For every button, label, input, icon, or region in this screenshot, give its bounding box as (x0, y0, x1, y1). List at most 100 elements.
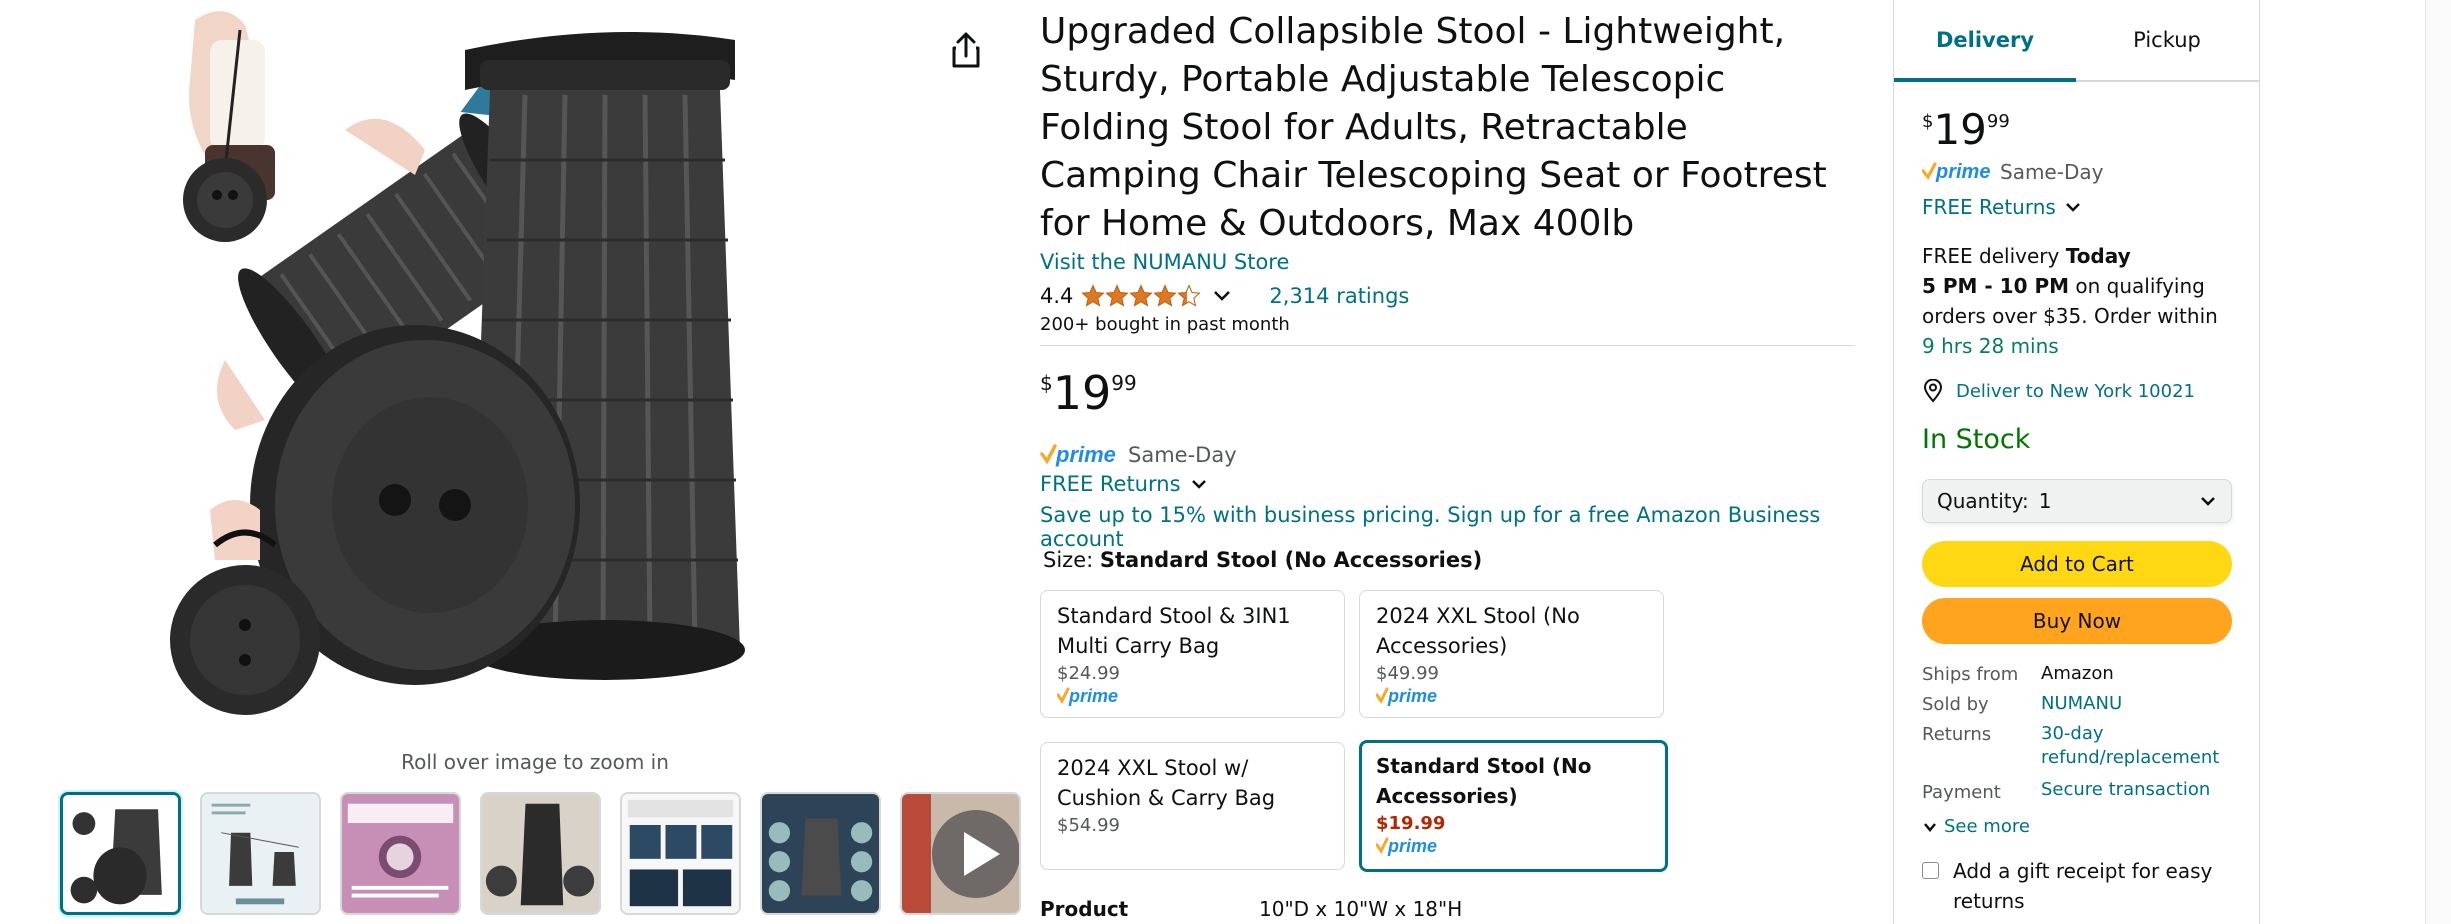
size-option-3[interactable]: 2024 XXL Stool w/ Cushion & Carry Bag $5… (1040, 742, 1345, 870)
prime-logo-icon: prime (1375, 836, 1437, 856)
info-value: Amazon (2041, 663, 2114, 684)
woman-carrying-stool-figure (183, 11, 275, 242)
business-pricing-link[interactable]: Save up to 15% with business pricing. Si… (1040, 503, 1855, 551)
see-more-label: See more (1944, 816, 2030, 837)
buybox-free-returns-link[interactable]: FREE Returns (1922, 195, 2082, 219)
svg-text:prime: prime (1068, 686, 1118, 706)
sold-by-link[interactable]: NUMANU (2041, 692, 2231, 716)
price-fraction: 99 (1986, 111, 2010, 132)
prime-logo-icon: prime (1040, 442, 1116, 467)
free-returns-link[interactable]: FREE Returns (1040, 472, 1209, 496)
thumbnail-video[interactable] (900, 792, 1021, 915)
deliver-to-location[interactable]: Deliver to New York 10021 (1922, 379, 2195, 403)
tab-pickup[interactable]: Pickup (2076, 28, 2258, 52)
ratings-count-link[interactable]: 2,314 ratings (1269, 284, 1409, 308)
free-returns-label: FREE Returns (1922, 195, 2056, 219)
main-product-image[interactable] (165, 0, 945, 740)
thumbnail-6[interactable] (760, 792, 881, 915)
product-price: $ 19 99 (1040, 365, 1137, 421)
stock-status: In Stock (1922, 424, 2031, 455)
thumbnail-1[interactable] (60, 792, 181, 915)
thumbnail-usage-image (622, 794, 739, 913)
buybox-price: $ 19 99 (1922, 105, 2010, 155)
price-symbol: $ (1922, 111, 1934, 132)
page-scrollbar[interactable] (2425, 0, 2451, 924)
svg-text:prime: prime (1387, 686, 1437, 706)
price-whole: 19 (1052, 366, 1112, 420)
tab-delivery[interactable]: Delivery (1894, 28, 2076, 52)
play-button[interactable] (932, 810, 1019, 898)
size-option-4-selected[interactable]: Standard Stool (No Accessories) $19.99 p… (1359, 740, 1668, 872)
play-icon (964, 832, 1000, 876)
size-option-1[interactable]: Standard Stool & 3IN1 Multi Carry Bag $2… (1040, 590, 1345, 718)
chevron-down-icon (2065, 203, 2080, 212)
prime-logo-icon: prime (1922, 161, 1990, 183)
option-name: 2024 XXL Stool w/ Cushion & Carry Bag (1057, 756, 1276, 810)
svg-text:prime: prime (1387, 836, 1437, 856)
returns-policy-link[interactable]: 30-day refund/replacement (2041, 722, 2231, 770)
star-rating[interactable] (1081, 284, 1201, 308)
option-prime: prime (1375, 836, 1651, 858)
option-price: $24.99 (1057, 663, 1120, 684)
thumbnail-strip (60, 792, 1021, 916)
thumbnail-warranty-image (342, 794, 459, 913)
size-label: Size: (1043, 548, 1094, 572)
dimensions-label: Product Dimensions (1040, 897, 1171, 924)
add-to-cart-button[interactable]: Add to Cart (1922, 541, 2232, 587)
product-title: Upgraded Collapsible Stool - Lightweight… (1040, 11, 1827, 244)
prime-delivery: prime Same-Day (1040, 440, 1237, 470)
quantity-select[interactable]: Quantity: 1 (1922, 479, 2232, 523)
size-option-2[interactable]: 2024 XXL Stool (No Accessories) $49.99 p… (1359, 590, 1664, 718)
fulfillment-tabs: Delivery Pickup (1894, 0, 2259, 82)
option-prime: prime (1056, 686, 1328, 708)
delivery-message: FREE delivery Today 5 PM - 10 PM on qual… (1922, 241, 2234, 361)
product-info: Upgraded Collapsible Stool - Lightweight… (1040, 0, 1855, 924)
info-key: Returns (1922, 724, 1992, 745)
gift-receipt-checkbox[interactable] (1922, 862, 1939, 879)
thumbnail-lifestyle-image (482, 794, 599, 913)
size-selector-label: Size: Standard Stool (No Accessories) (1043, 548, 1482, 572)
quantity-label: Quantity: (1937, 489, 2029, 513)
size-selected-value: Standard Stool (No Accessories) (1099, 548, 1483, 572)
option-prime: prime (1375, 686, 1647, 708)
delivery-day: Today (2065, 244, 2131, 268)
thumbnail-feature-image (762, 794, 879, 913)
share-button[interactable] (948, 30, 984, 70)
active-tab-indicator (1894, 78, 2076, 82)
free-returns-label: FREE Returns (1040, 472, 1181, 496)
see-more-link[interactable]: See more (1922, 816, 2030, 837)
prime-logo-icon: prime (1375, 686, 1437, 706)
info-key: Ships from (1922, 664, 2019, 685)
option-price: $49.99 (1376, 663, 1439, 684)
stars-icon (1082, 285, 1201, 307)
thumbnail-2[interactable] (200, 792, 321, 915)
gift-receipt-label[interactable]: Add a gift receipt for easy returns (1953, 856, 2233, 916)
gift-receipt-option: Add a gift receipt for easy returns (1922, 856, 2233, 916)
info-key: Payment (1922, 782, 2001, 803)
buy-now-button[interactable]: Buy Now (1922, 598, 2232, 644)
thumbnail-4[interactable] (480, 792, 601, 915)
location-pin-icon (1923, 379, 1943, 403)
chevron-down-icon (2201, 497, 2215, 506)
svg-text:prime: prime (1935, 161, 1990, 183)
zoom-hint: Roll over image to zoom in (401, 750, 669, 774)
quantity-value: 1 (2038, 489, 2052, 513)
share-icon (952, 32, 980, 68)
buybox-prime-delivery: prime Same-Day (1922, 160, 2103, 184)
prime-logo-icon: prime (1056, 686, 1118, 706)
payment-link[interactable]: Secure transaction (2041, 778, 2231, 802)
option-price: $19.99 (1376, 813, 1446, 834)
chevron-down-icon (1924, 822, 1936, 832)
delivery-countdown: 9 hrs 28 mins (1922, 334, 2059, 358)
option-name: Standard Stool & 3IN1 Multi Carry Bag (1057, 604, 1291, 658)
store-link[interactable]: Visit the NUMANU Store (1040, 250, 1289, 274)
delivery-window: 5 PM - 10 PM (1922, 274, 2070, 298)
thumbnail-5[interactable] (620, 792, 741, 915)
rating-value: 4.4 (1040, 284, 1074, 308)
prime-delivery-text: Same-Day (2000, 160, 2104, 184)
svg-text:prime: prime (1055, 442, 1116, 467)
divider (1040, 345, 1855, 346)
chevron-down-icon[interactable] (1211, 285, 1233, 307)
thumbnail-3[interactable] (340, 792, 461, 915)
collapsible-stool-image (170, 11, 745, 715)
